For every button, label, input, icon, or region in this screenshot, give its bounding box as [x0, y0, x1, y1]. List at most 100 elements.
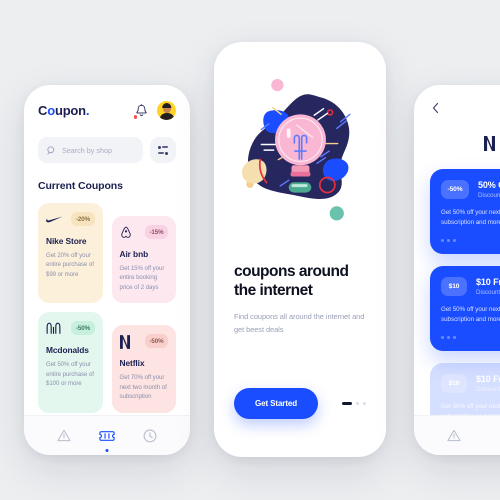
coupon-card-netflix[interactable]: -50% Netflix Get 70% off your next two m…	[111, 325, 176, 413]
offer-title: $10 Free	[476, 373, 500, 384]
coupon-brand-name: Air bnb	[119, 249, 149, 259]
filter-icon-line-2	[157, 151, 169, 155]
search-field-wrapper[interactable]	[38, 137, 143, 163]
notification-badge-dot	[134, 115, 138, 119]
discount-badge: -15%	[144, 225, 168, 239]
coupon-card-header: -50%	[119, 334, 168, 349]
bulb-highlight-1	[286, 128, 291, 138]
offer-card-footer: Details	[441, 334, 500, 341]
coupon-card-nike[interactable]: -20% Nike Store Get 20% off your entire …	[38, 203, 103, 304]
page-title: coupons around the internet	[234, 262, 366, 300]
netflix-n-icon	[484, 136, 496, 151]
coupon-card-mcdonalds[interactable]: -50% Mcdonalds Get 50% off your entire p…	[38, 312, 103, 413]
discount-badge: -20%	[71, 212, 95, 226]
pager-dot[interactable]	[356, 402, 359, 405]
coupon-card-grid: -20% Nike Store Get 20% off your entire …	[38, 203, 176, 413]
offer-subtitle: Discount	[478, 192, 500, 199]
home-triangle-icon	[447, 429, 461, 442]
offer-card-header: $10 $10 Free Discount	[441, 276, 500, 296]
logo-part-1: C	[38, 103, 48, 118]
offer-badge: $10	[441, 374, 467, 393]
pager-dot-active[interactable]	[342, 402, 352, 405]
offer-badge: -50%	[441, 180, 469, 199]
chevron-left-icon[interactable]	[430, 102, 442, 114]
avatar[interactable]	[157, 101, 176, 120]
offer-subtitle: Discount	[476, 288, 500, 296]
deco-pill-green-inner	[291, 184, 308, 188]
screenshot-canvas: Coupon. Search by shop Current Coupons -…	[0, 0, 500, 500]
offer-title: 50% OFF	[478, 180, 500, 190]
offer-card-footer: Details	[441, 237, 500, 244]
home-triangle-icon	[57, 429, 71, 442]
offer-titles: $10 Free Discount	[476, 277, 500, 296]
page-subtitle: Find coupons all around the internet and…	[234, 312, 365, 334]
avatar-body	[159, 113, 174, 120]
coupon-card-header: -20%	[46, 212, 95, 227]
deco-pill-green	[288, 182, 312, 193]
logo-dot: .	[85, 103, 90, 118]
nike-swoosh-icon	[46, 212, 63, 227]
page-title-line-2: the internet	[234, 282, 313, 300]
pager-dot[interactable]	[363, 402, 366, 405]
lightbulb-illustration	[242, 78, 351, 221]
onboarding-content: coupons around the internet Find coupons…	[214, 42, 386, 457]
coupon-description: Get 70% off your next two month of subsc…	[119, 374, 167, 401]
nav-item-home[interactable]	[444, 426, 464, 446]
coupon-description: Get 15% off your entire booking price of…	[119, 265, 165, 291]
bottom-navigation	[24, 415, 190, 455]
offer-badge: $10	[441, 276, 467, 296]
nav-item-history[interactable]	[140, 426, 160, 446]
home-screen-phone: Coupon. Search by shop Current Coupons -…	[24, 85, 190, 455]
section-title: Current Coupons	[38, 180, 123, 192]
coupon-card-airbnb[interactable]: -15% Air bnb Get 15% off your entire boo…	[111, 216, 176, 304]
detail-content: Netflix -50% 50% OFF Discount Get 50% of…	[414, 85, 500, 455]
coupon-card-header: -50%	[46, 321, 95, 336]
onboarding-screen-phone: coupons around the internet Find coupons…	[214, 42, 386, 457]
home-header-actions	[134, 101, 176, 120]
search-row	[38, 137, 176, 163]
logo-part-accent: o	[47, 103, 55, 118]
ticket-icon	[99, 430, 115, 441]
coupon-brand-name: Nike Store	[46, 236, 87, 246]
coupon-brand-name: Mcdonalds	[46, 345, 89, 356]
search-icon	[47, 145, 55, 155]
bulb-glass	[275, 114, 326, 166]
nav-item-home[interactable]	[54, 426, 74, 446]
coupon-card-header: -15%	[120, 225, 168, 240]
pager-dots	[342, 402, 366, 405]
nav-item-coupons[interactable]	[97, 426, 117, 452]
offer-subtitle: Discount	[476, 385, 500, 393]
offer-card-1[interactable]: -50% 50% OFF Discount Get 50% off your n…	[430, 169, 500, 254]
offer-card-list: -50% 50% OFF Discount Get 50% off your n…	[430, 169, 500, 432]
netflix-n-icon	[119, 334, 137, 349]
home-header: Coupon.	[38, 101, 176, 120]
offer-card-2[interactable]: $10 $10 Free Discount Get 50% off your n…	[430, 265, 500, 351]
page-title-line-1: coupons around	[234, 263, 349, 280]
mcdonalds-arches-icon	[46, 321, 63, 336]
filter-icon-line-1	[157, 145, 169, 149]
offer-pager-dots	[441, 238, 456, 242]
deco-circle-pink	[271, 78, 284, 92]
onboarding-footer: Get Started	[234, 388, 366, 419]
offer-titles: 50% OFF Discount	[478, 180, 500, 199]
get-started-button[interactable]: Get Started	[234, 388, 319, 419]
app-logo: Coupon.	[38, 103, 90, 118]
discount-badge: -50%	[144, 334, 168, 349]
bulb-cap	[290, 171, 311, 177]
search-input[interactable]	[62, 145, 134, 155]
offer-title: $10 Free	[476, 276, 500, 287]
coupon-description: Get 50% off your entire purchase of $100…	[46, 361, 94, 388]
logo-part-2: upon	[54, 103, 86, 118]
discount-badge: -50%	[71, 321, 95, 336]
airbnb-icon	[120, 225, 137, 240]
deco-circle-teal	[329, 206, 344, 221]
bottom-navigation	[414, 415, 500, 455]
filter-button[interactable]	[150, 137, 176, 163]
coupon-description: Get 20% off your entire purchase of $99 …	[46, 252, 94, 278]
clock-icon	[143, 429, 157, 442]
nav-active-indicator	[105, 448, 109, 452]
offer-titles: $10 Free Discount	[476, 374, 500, 393]
bell-icon[interactable]	[134, 103, 148, 119]
offer-pager-dots	[441, 335, 456, 339]
avatar-hair	[161, 103, 172, 108]
